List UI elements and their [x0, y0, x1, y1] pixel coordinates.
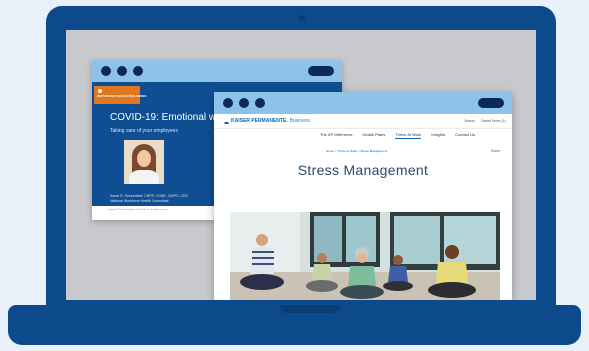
window-dot-icon[interactable]	[255, 98, 265, 108]
slide-subtitle: Taking care of your employees	[110, 128, 178, 134]
back-window-titlebar[interactable]	[92, 60, 342, 82]
laptop-screen: WHITEPAPER INTEGRATION SERIES COVID-19: …	[66, 30, 536, 300]
save-button[interactable]: Save	[491, 148, 500, 153]
logo-icon	[224, 118, 229, 124]
logo-sub: Business	[289, 118, 310, 124]
trackpad-notch	[280, 305, 340, 313]
window-controls	[223, 98, 265, 108]
nav-item-kp-difference[interactable]: The KP Difference	[320, 132, 353, 139]
site-header: KAISER PERMANENTE. Business Search Saved…	[214, 114, 512, 129]
page-title: Stress Management	[297, 162, 429, 178]
laptop-base	[8, 305, 581, 345]
series-tag: WHITEPAPER INTEGRATION SERIES	[94, 86, 147, 104]
breadcrumb[interactable]: Home > Thrive At Work > Stress Managemen…	[326, 149, 387, 153]
window-pill-icon[interactable]	[478, 98, 504, 108]
nav-item-health-plans[interactable]: Health Plans	[363, 132, 386, 139]
footer-text: Copyright © Kaiser Foundation Health Pla…	[108, 209, 168, 211]
main-nav: The KP Difference Health Plans Thrive At…	[214, 130, 512, 142]
header-links: Search Saved Items (1)	[464, 119, 506, 123]
window-dot-icon[interactable]	[133, 66, 143, 76]
series-tag-text: WHITEPAPER INTEGRATION SERIES	[97, 94, 147, 98]
window-controls	[101, 66, 143, 76]
nav-item-contact-us[interactable]: Contact Us	[455, 132, 475, 139]
window-dot-icon[interactable]	[223, 98, 233, 108]
window-dot-icon[interactable]	[101, 66, 111, 76]
kaiser-logo[interactable]: KAISER PERMANENTE. Business	[224, 118, 310, 124]
hero-image	[230, 212, 500, 300]
presenter-photo	[124, 140, 164, 184]
front-window-titlebar[interactable]	[214, 92, 512, 114]
logo-text: KAISER PERMANENTE.	[231, 118, 288, 124]
front-window[interactable]: KAISER PERMANENTE. Business Search Saved…	[214, 92, 512, 300]
presenter-role: National Workforce Health Consultant	[110, 198, 169, 203]
tag-dot-icon	[98, 89, 102, 93]
nav-item-thrive-at-work[interactable]: Thrive At Work	[395, 132, 422, 139]
camera-icon	[299, 15, 305, 21]
window-dot-icon[interactable]	[117, 66, 127, 76]
window-pill-icon[interactable]	[308, 66, 334, 76]
search-link[interactable]: Search	[464, 119, 475, 123]
presenter-info: Karen R. Schoenfeld, CRPP, CCMD, CWPC, C…	[110, 194, 188, 203]
saved-items-link[interactable]: Saved Items (1)	[481, 119, 506, 123]
nav-item-insights[interactable]: Insights	[431, 132, 445, 139]
laptop-lid: WHITEPAPER INTEGRATION SERIES COVID-19: …	[46, 6, 556, 306]
window-dot-icon[interactable]	[239, 98, 249, 108]
presenter-name: Karen R. Schoenfeld, CRPP, CCMD, CWPC, C…	[110, 194, 189, 198]
